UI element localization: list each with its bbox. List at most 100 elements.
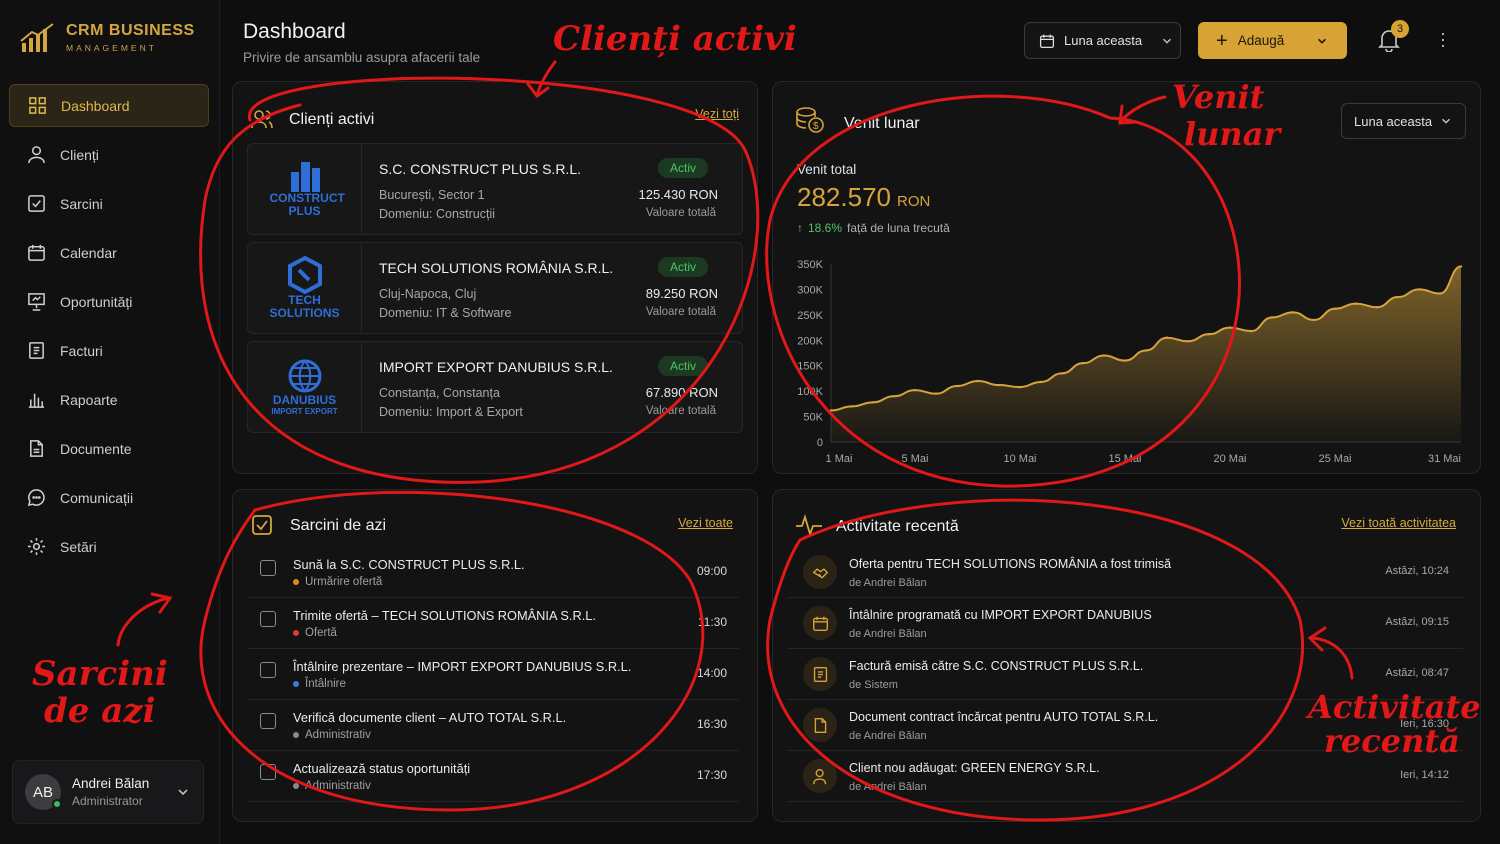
- task-row[interactable]: Întâlnire prezentare – IMPORT EXPORT DAN…: [247, 649, 739, 700]
- clients-title: Clienți activi: [289, 111, 375, 128]
- data-point: [850, 405, 854, 408]
- logo-chart-icon: [20, 22, 54, 52]
- sidebar-nav: Dashboard Clienți Sarcini Calendar Oport…: [9, 84, 209, 574]
- task-checkbox[interactable]: [260, 560, 276, 576]
- task-category: Administrativ: [293, 780, 371, 792]
- revenue-area-fill: [831, 266, 1461, 442]
- status-badge: Activ: [658, 158, 708, 178]
- tasks-card: Sarcini de azi Vezi toate Sună la S.C. C…: [232, 489, 758, 822]
- document-icon: [814, 717, 826, 733]
- data-point: [1249, 329, 1253, 333]
- x-tick-label: 15 Mai: [1108, 453, 1141, 465]
- data-point: [1186, 340, 1190, 343]
- client-value: 125.430 RON: [638, 187, 719, 202]
- data-point: [1270, 316, 1274, 319]
- data-point: [934, 392, 938, 395]
- sidebar-item-reports[interactable]: Rapoarte: [9, 378, 209, 421]
- client-row[interactable]: CONSTRUCT PLUS S.C. CONSTRUCT PLUS S.R.L…: [247, 143, 743, 235]
- sidebar-item-settings[interactable]: Setări: [9, 525, 209, 568]
- online-status-dot: [52, 799, 62, 809]
- status-badge: Activ: [658, 356, 708, 376]
- see-all-tasks-link[interactable]: Vezi toate: [678, 516, 733, 530]
- sidebar-item-tasks[interactable]: Sarcini: [9, 182, 209, 225]
- activity-row[interactable]: Întâlnire programată cu IMPORT EXPORT DA…: [787, 598, 1463, 649]
- task-category: Urmărire ofertă: [293, 576, 382, 588]
- sidebar-item-opportunities[interactable]: Oportunități: [9, 280, 209, 323]
- sidebar-item-label: Comunicații: [60, 489, 134, 506]
- activity-row[interactable]: Factură emisă către S.C. CONSTRUCT PLUS …: [787, 649, 1463, 700]
- task-row[interactable]: Verifică documente client – AUTO TOTAL S…: [247, 700, 739, 751]
- data-point: [1354, 302, 1358, 305]
- activity-title: Activitate recentă: [836, 518, 959, 535]
- x-tick-label: 10 Mai: [1003, 453, 1036, 465]
- activity-row[interactable]: Client nou adăugat: GREEN ENERGY S.R.L. d…: [787, 751, 1463, 802]
- category-dot: [293, 732, 299, 738]
- activity-icon-badge: [803, 555, 837, 589]
- data-point: [1039, 380, 1043, 384]
- sidebar-item-dashboard[interactable]: Dashboard: [9, 84, 209, 127]
- data-point: [976, 379, 980, 383]
- see-all-activity-link[interactable]: Vezi toată activitatea: [1341, 516, 1456, 530]
- more-options-icon[interactable]: · · ·: [1440, 24, 1446, 54]
- client-name: S.C. CONSTRUCT PLUS S.R.L.: [379, 161, 582, 177]
- task-row[interactable]: Sună la S.C. CONSTRUCT PLUS S.R.L. Urmări…: [247, 547, 739, 598]
- task-category: Ofertă: [293, 627, 337, 639]
- task-row[interactable]: Trimite ofertă – TECH SOLUTIONS ROMÂNIA …: [247, 598, 739, 649]
- activity-row[interactable]: Document contract încărcat pentru AUTO T…: [787, 700, 1463, 751]
- data-point: [1438, 292, 1442, 295]
- revenue-period-selector[interactable]: Luna aceasta: [1341, 103, 1466, 139]
- data-point: [997, 383, 1001, 387]
- user-profile[interactable]: AB Andrei Bălan Administrator: [12, 760, 204, 824]
- client-row[interactable]: TECH SOLUTIONS TECH SOLUTIONS ROMÂNIA S.…: [247, 242, 743, 334]
- add-button[interactable]: + Adaugă: [1198, 22, 1347, 59]
- data-point: [1018, 385, 1022, 389]
- bar-chart-icon: [28, 393, 45, 408]
- revenue-card: $ Venit lunar Luna aceasta Venit total 2…: [772, 81, 1481, 474]
- y-tick-label: 100K: [797, 386, 823, 398]
- task-category-label: Întâlnire: [305, 678, 346, 690]
- data-point: [1060, 372, 1064, 375]
- revenue-change: ↑ 18.6% față de luna trecută: [797, 221, 950, 235]
- task-title: Trimite ofertă – TECH SOLUTIONS ROMÂNIA …: [293, 608, 596, 623]
- sidebar-item-communications[interactable]: Comunicații: [9, 476, 209, 519]
- category-dot: [293, 681, 299, 687]
- sidebar-item-documents[interactable]: Documente: [9, 427, 209, 470]
- user-role: Administrator: [72, 794, 143, 808]
- task-checkbox[interactable]: [260, 662, 276, 678]
- checkbox-icon: [28, 195, 45, 212]
- x-tick-label: 5 Mai: [902, 453, 929, 465]
- client-location: București, Sector 1: [379, 188, 485, 202]
- invoice-icon: [29, 342, 44, 359]
- data-point: [1207, 332, 1211, 336]
- task-checkbox[interactable]: [260, 713, 276, 729]
- client-value: 89.250 RON: [645, 286, 718, 301]
- chevron-down-icon[interactable]: [1316, 35, 1328, 47]
- task-checkbox[interactable]: [260, 611, 276, 627]
- sidebar-item-invoices[interactable]: Facturi: [9, 329, 209, 372]
- arrow-up-icon: ↑: [797, 221, 803, 235]
- data-point: [829, 409, 833, 412]
- task-checkbox[interactable]: [260, 764, 276, 780]
- calendar-icon: [28, 244, 45, 261]
- app-subtitle: MANAGEMENT: [66, 43, 157, 53]
- task-row[interactable]: Actualizează status oportunități Administ…: [247, 751, 739, 802]
- y-tick-label: 0: [817, 437, 823, 449]
- chevron-down-icon[interactable]: [176, 785, 190, 799]
- sidebar-item-calendar[interactable]: Calendar: [9, 231, 209, 274]
- sidebar-item-clients[interactable]: Clienți: [9, 133, 209, 176]
- svg-text:$: $: [813, 121, 819, 132]
- x-tick-label: 31 Mai: [1428, 453, 1461, 465]
- data-point: [1291, 311, 1295, 314]
- period-selector[interactable]: Luna aceasta: [1024, 22, 1181, 59]
- client-value: 67.890 RON: [645, 385, 718, 400]
- sidebar-item-label: Dashboard: [61, 97, 130, 114]
- activity-row[interactable]: Oferta pentru TECH SOLUTIONS ROMÂNIA a f…: [787, 547, 1463, 598]
- activity-author: de Andrei Bălan: [849, 781, 927, 793]
- see-all-clients-link[interactable]: Vezi toți: [695, 107, 739, 121]
- client-row[interactable]: DANUBIUS IMPORT EXPORT IMPORT EXPORT DAN…: [247, 341, 743, 433]
- presentation-icon: [28, 293, 45, 311]
- task-time: 14:00: [696, 666, 727, 680]
- client-domain: Domeniu: Construcții: [379, 207, 496, 221]
- y-tick-label: 200K: [797, 335, 823, 347]
- data-point: [1123, 359, 1127, 362]
